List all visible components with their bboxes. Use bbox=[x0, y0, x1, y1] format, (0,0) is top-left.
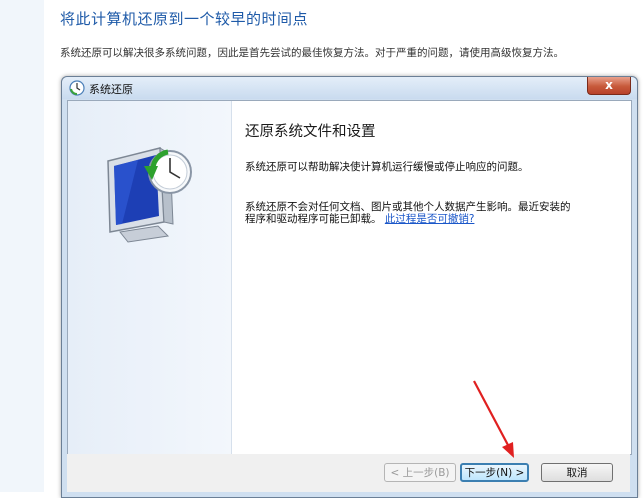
dialog-titlebar[interactable]: 系统还原 x bbox=[62, 77, 637, 99]
dialog-paragraph-1: 系统还原可以帮助解决使计算机运行缓慢或停止响应的问题。 bbox=[245, 161, 529, 173]
page-title: 将此计算机还原到一个较早的时间点 bbox=[60, 10, 309, 28]
system-restore-icon bbox=[69, 80, 85, 96]
page-description: 系统还原可以解决很多系统问题，因此是首先尝试的最佳恢复方法。对于严重的问题，请使… bbox=[60, 47, 564, 59]
monitor-clock-restore-icon bbox=[107, 147, 192, 243]
page-left-strip bbox=[0, 0, 44, 492]
dialog-title: 系统还原 bbox=[89, 83, 133, 96]
dialog-client-area: 还原系统文件和设置 系统还原可以帮助解决使计算机运行缓慢或停止响应的问题。 系统… bbox=[67, 100, 632, 455]
dialog-paragraph-2: 系统还原不会对任何文档、图片或其他个人数据产生影响。最近安装的程序和驱动程序可能… bbox=[245, 201, 575, 225]
dialog-heading: 还原系统文件和设置 bbox=[245, 124, 376, 140]
system-restore-dialog: 系统还原 x 还原系统文件和设置 系统还原可以帮助解决使计算机运行缓慢或停止响应… bbox=[61, 76, 638, 498]
side-panel bbox=[68, 101, 232, 454]
back-button[interactable]: < 上一步(B) bbox=[384, 463, 456, 482]
close-button[interactable]: x bbox=[587, 77, 631, 95]
undo-info-link[interactable]: 此过程是否可撤销? bbox=[385, 213, 475, 225]
dialog-footer: < 上一步(B) 下一步(N) > 取消 bbox=[67, 454, 630, 492]
next-button[interactable]: 下一步(N) > bbox=[460, 463, 529, 482]
cancel-button[interactable]: 取消 bbox=[541, 463, 613, 482]
